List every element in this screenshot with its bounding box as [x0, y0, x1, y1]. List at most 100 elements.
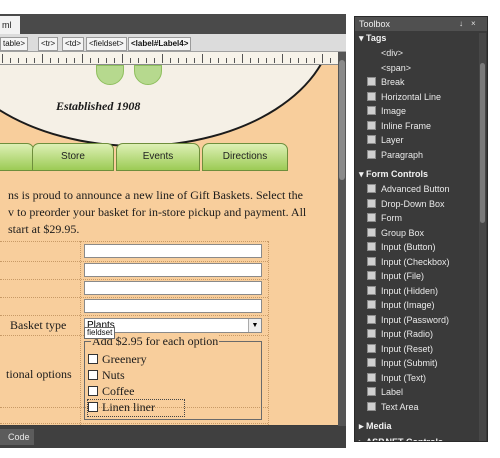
toolbox-item[interactable]: Input (File): [367, 269, 424, 283]
screenshot-frame: ml table> <tr> <td> <fieldset> <label#La…: [0, 0, 500, 458]
checkbox[interactable]: [88, 370, 98, 380]
toolbox-item-icon: [367, 77, 376, 86]
toolbox-item[interactable]: Form: [367, 211, 402, 225]
toolbox-item[interactable]: Text Area: [367, 400, 419, 414]
ruler-tick: [2, 54, 3, 63]
ruler-tick: [322, 54, 323, 63]
toolbox-item-icon: [367, 314, 376, 324]
triangle-down-icon[interactable]: ▾: [359, 169, 366, 179]
document-tab[interactable]: ml: [0, 16, 20, 34]
crumb-fieldset[interactable]: <fieldset>: [86, 37, 127, 51]
ruler-tick: [154, 58, 155, 63]
ruler-tick: [130, 58, 131, 63]
toolbox-item[interactable]: Input (Hidden): [367, 284, 438, 298]
pin-icon[interactable]: ↓: [459, 18, 463, 30]
table-grid-line: [0, 297, 268, 298]
crumb-tr[interactable]: <tr>: [38, 37, 59, 51]
toolbox-item-label: Input (Checkbox): [381, 256, 450, 267]
toolbox-item-icon: [367, 387, 376, 396]
ruler-tick: [138, 58, 139, 63]
toolbox-item[interactable]: Input (Radio): [367, 327, 433, 341]
toolbox-item[interactable]: Input (Button): [367, 240, 436, 254]
view-switch-bar: Code: [0, 426, 346, 448]
name-input[interactable]: [84, 244, 262, 258]
phone-input[interactable]: [84, 299, 262, 313]
checkbox[interactable]: [88, 354, 98, 364]
toolbox-item[interactable]: Advanced Button: [367, 182, 450, 196]
toolbox-item[interactable]: Image: [367, 104, 406, 118]
toolbox-item-label: Image: [381, 106, 407, 116]
code-view-tab[interactable]: Code: [0, 429, 34, 445]
triangle-right-icon[interactable]: ▸: [359, 437, 366, 441]
toolbox-item-label: Break: [381, 77, 405, 87]
checkbox[interactable]: [88, 402, 98, 412]
crumb-table[interactable]: table>: [0, 37, 29, 51]
crumb-td[interactable]: <td>: [62, 37, 85, 51]
toolbox-item[interactable]: Break: [367, 75, 405, 89]
table-grid-line: [0, 423, 268, 424]
toolbox-category[interactable]: ▾ Tags: [359, 32, 386, 44]
nav-tab-store[interactable]: Store: [32, 143, 114, 171]
toolbox-item-label: Input (Text): [381, 372, 427, 383]
crumb-label[interactable]: <label#Label4>: [128, 37, 192, 51]
toolbox-item-icon: [367, 285, 376, 295]
tag-selector-breadcrumb: table> <tr> <td> <fieldset> <label#Label…: [0, 34, 346, 52]
toolbox-item[interactable]: Input (Reset): [367, 342, 433, 356]
toolbox-item-icon: [367, 106, 376, 115]
ruler-tick: [74, 58, 75, 63]
toolbox-category[interactable]: ▸ ASP.NET Controls: [359, 436, 443, 441]
toolbox-item-icon: [367, 343, 376, 353]
table-grid-line: [0, 315, 268, 316]
toolbox-item[interactable]: Horizontal Line: [367, 90, 441, 104]
scrollbar-thumb[interactable]: [339, 60, 345, 180]
ruler-tick: [330, 58, 331, 63]
address-input[interactable]: [84, 263, 262, 277]
scrollbar-thumb[interactable]: [480, 63, 485, 223]
option-linen-liner[interactable]: Linen liner: [88, 400, 155, 415]
option-greenery[interactable]: Greenery: [88, 352, 147, 367]
toolbox-item[interactable]: Layer: [367, 133, 404, 147]
editor-vertical-scrollbar[interactable]: [338, 52, 346, 426]
toolbox-item-label: Form: [381, 213, 402, 223]
ruler-tick: [210, 58, 211, 63]
toolbox-item[interactable]: Paragraph: [367, 148, 423, 162]
toolbox-item[interactable]: Input (Text): [367, 371, 426, 385]
triangle-down-icon[interactable]: ▾: [359, 33, 366, 43]
torn-edge-decoration: [488, 0, 500, 458]
toolbox-category[interactable]: ▾ Form Controls: [359, 168, 428, 180]
triangle-right-icon[interactable]: ▸: [359, 421, 366, 431]
toolbox-item[interactable]: Input (Image): [367, 298, 435, 312]
options-label: tional options: [6, 367, 72, 381]
ruler-tick: [82, 54, 83, 63]
ruler-tick: [106, 58, 107, 63]
toolbox-scrollbar[interactable]: [479, 33, 486, 441]
toolbox-item[interactable]: Group Box: [367, 226, 424, 240]
design-editor: ml table> <tr> <td> <fieldset> <label#La…: [0, 14, 346, 448]
toolbox-item[interactable]: Label: [367, 385, 403, 399]
city-input[interactable]: [84, 281, 262, 295]
toolbox-item[interactable]: Drop-Down Box: [367, 197, 445, 211]
toolbox-item[interactable]: Input (Password): [367, 313, 449, 327]
ruler-tick: [282, 54, 283, 63]
close-icon[interactable]: ×: [471, 18, 476, 30]
nav-tab-directions[interactable]: Directions: [202, 143, 288, 171]
ruler-tick: [58, 58, 59, 63]
toolbox-item[interactable]: <div>: [367, 46, 403, 60]
toolbox-item[interactable]: Inline Frame: [367, 119, 431, 133]
ruler-tick: [194, 58, 195, 63]
nav-tab-events[interactable]: Events: [116, 143, 200, 171]
toolbox-item[interactable]: Input (Checkbox): [367, 255, 450, 269]
nav-tab-partial[interactable]: [0, 143, 34, 171]
option-label: Linen liner: [102, 400, 155, 414]
toolbox-item[interactable]: <span>: [367, 61, 411, 75]
checkbox[interactable]: [88, 386, 98, 396]
option-nuts[interactable]: Nuts: [88, 368, 125, 383]
toolbox-item-label: Group Box: [381, 227, 425, 238]
design-surface: Established 1908 Store Events Directions…: [0, 65, 338, 425]
table-grid-line: [0, 279, 268, 280]
toolbox-item-label: Label: [381, 387, 404, 397]
toolbox-item[interactable]: Input (Submit): [367, 356, 438, 370]
option-coffee[interactable]: Coffee: [88, 384, 134, 399]
toolbox-category[interactable]: ▸ Media: [359, 420, 392, 432]
chevron-down-icon[interactable]: ▼: [248, 319, 261, 332]
